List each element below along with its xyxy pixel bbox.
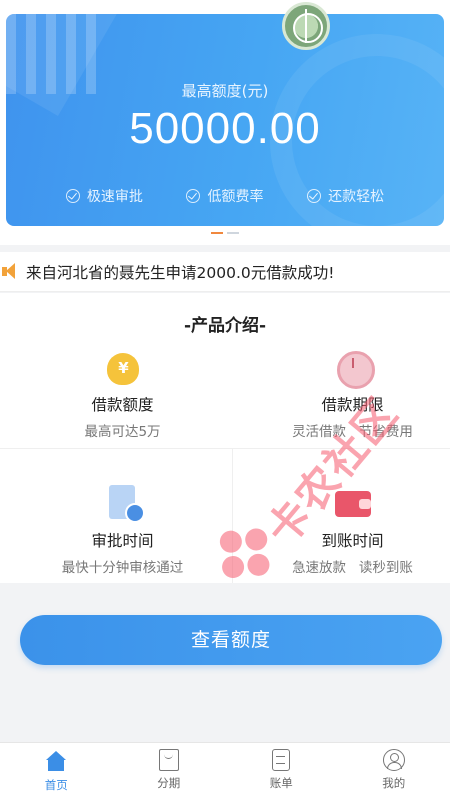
- max-credit-amount: 50000.00: [129, 104, 321, 153]
- feature-item: 低额费率: [186, 186, 263, 206]
- tab-label: 首页: [44, 778, 68, 792]
- check-circle-icon: [307, 189, 322, 203]
- home-icon: [44, 749, 68, 773]
- product-item-title: 审批时间: [91, 532, 154, 550]
- tab-bill[interactable]: 账单: [225, 743, 338, 800]
- product-item-title: 到账时间: [321, 532, 384, 550]
- feature-label: 极速审批: [86, 189, 143, 205]
- banner-section: 最高额度(元) 50000.00 极速审批 低额费率 还款轻松: [0, 0, 450, 245]
- document-check-icon: [101, 481, 145, 525]
- grid-divider: [0, 448, 450, 449]
- wallet-icon: [331, 481, 375, 525]
- product-item-title: 借款期限: [321, 396, 384, 414]
- tab-installment[interactable]: 分期: [113, 743, 226, 800]
- bill-icon: [272, 749, 291, 771]
- ship-wheel-icon: [282, 2, 330, 50]
- product-item-arrival-time: 到账时间 急速放款 读秒到账: [240, 481, 450, 576]
- product-intro-section: -产品介绍- 借款额度 最高可达5万 借款期限 灵活借款 节省费用 审批时间 最…: [0, 293, 450, 583]
- check-circle-icon: [65, 189, 80, 203]
- speaker-icon: [0, 252, 26, 292]
- product-item-loan-term: 借款期限 灵活借款 节省费用: [240, 345, 450, 440]
- product-item-loan-amount: 借款额度 最高可达5万: [10, 345, 235, 440]
- feature-item: 极速审批: [65, 186, 143, 206]
- moneybag-icon: [101, 345, 145, 389]
- product-item-desc: 急速放款 读秒到账: [292, 560, 413, 576]
- check-limit-button[interactable]: 查看额度: [20, 615, 442, 665]
- feature-label: 还款轻松: [328, 189, 385, 205]
- product-item-title: 借款额度: [91, 396, 154, 414]
- tab-label: 分期: [157, 776, 181, 790]
- user-icon: [382, 749, 405, 771]
- bottom-tab-bar: 首页 分期 账单 我的: [0, 742, 450, 800]
- tab-home[interactable]: 首页: [0, 743, 113, 800]
- credit-limit-banner[interactable]: 最高额度(元) 50000.00 极速审批 低额费率 还款轻松: [6, 14, 444, 226]
- feature-list: 极速审批 低额费率 还款轻松: [6, 186, 444, 206]
- feature-item: 还款轻松: [307, 186, 384, 206]
- product-item-desc: 最快十分钟审核通过: [61, 560, 184, 576]
- tab-label: 账单: [269, 776, 293, 790]
- carousel-indicator: [0, 232, 450, 234]
- loan-notice-bar: 来自河北省的聂先生申请2000.0元借款成功!: [0, 252, 450, 292]
- product-item-approval-time: 审批时间 最快十分钟审核通过: [10, 481, 235, 576]
- product-item-desc: 最高可达5万: [84, 424, 161, 440]
- alarm-clock-icon: [331, 345, 375, 389]
- tab-mine[interactable]: 我的: [338, 743, 450, 800]
- product-item-desc: 灵活借款 节省费用: [292, 424, 413, 440]
- tab-label: 我的: [382, 776, 406, 790]
- notice-text: 来自河北省的聂先生申请2000.0元借款成功!: [26, 263, 335, 282]
- check-circle-icon: [186, 189, 201, 203]
- shopping-bag-icon: [158, 749, 179, 771]
- section-title: -产品介绍-: [183, 316, 267, 336]
- carousel-dot-active[interactable]: [211, 232, 223, 234]
- feature-label: 低额费率: [207, 189, 264, 205]
- banner-subtitle: 最高额度(元): [181, 82, 269, 100]
- carousel-dot[interactable]: [227, 232, 239, 234]
